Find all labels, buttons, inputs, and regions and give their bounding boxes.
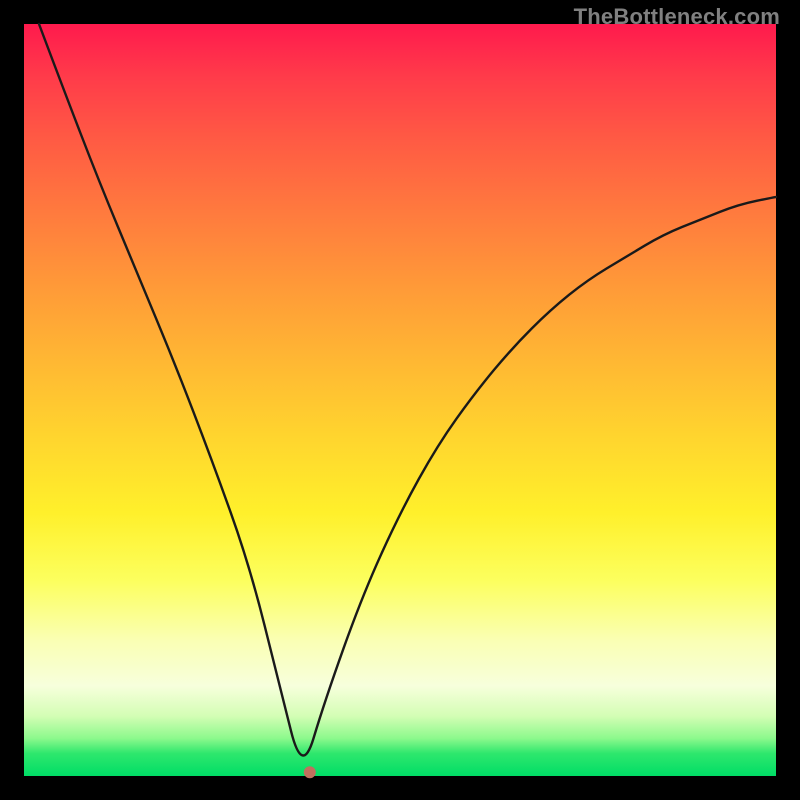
plot-area <box>24 24 776 776</box>
optimal-point-marker <box>304 766 316 778</box>
bottleneck-curve-path <box>39 24 776 755</box>
bottleneck-curve-svg <box>24 24 776 776</box>
chart-frame: TheBottleneck.com <box>0 0 800 800</box>
